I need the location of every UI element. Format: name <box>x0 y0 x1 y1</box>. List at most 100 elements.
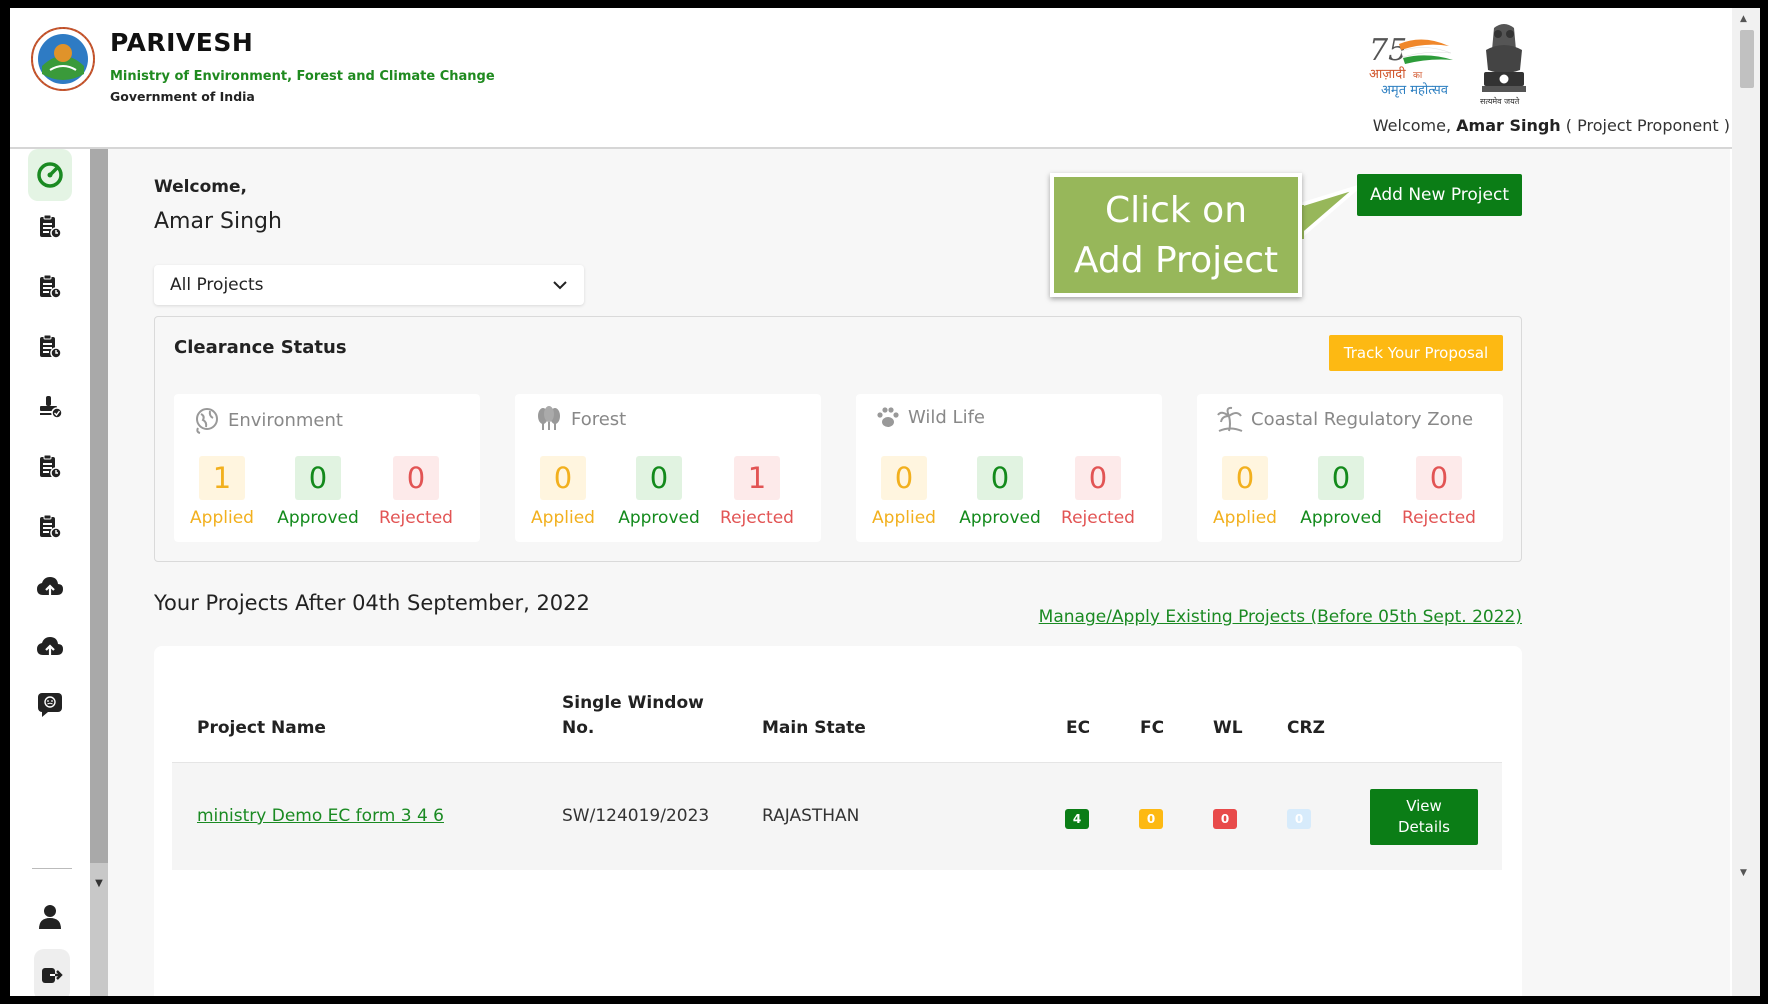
trees-icon <box>538 406 560 430</box>
card-title: Wild Life <box>908 406 985 428</box>
add-new-project-button[interactable]: Add New Project <box>1357 174 1522 216</box>
stat-approved: 0 Approved <box>1293 456 1389 528</box>
manage-existing-projects-link[interactable]: Manage/Apply Existing Projects (Before 0… <box>1039 607 1522 627</box>
stat-approved: 0 Approved <box>611 456 707 528</box>
stat-value: 1 <box>199 456 245 500</box>
stat-label: Approved <box>618 508 700 528</box>
single-window-number: SW/124019/2023 <box>562 806 710 826</box>
stat-value: 0 <box>977 456 1023 500</box>
sidebar-item-3[interactable] <box>28 325 72 369</box>
sidebar-item-4[interactable] <box>28 385 72 429</box>
crz-count-badge[interactable]: 0 <box>1287 809 1311 829</box>
clearance-status-title: Clearance Status <box>174 337 347 358</box>
fc-count-badge[interactable]: 0 <box>1139 809 1163 829</box>
parivesh-logo-icon[interactable] <box>30 26 96 92</box>
sidebar-item-9[interactable] <box>28 683 72 727</box>
chevron-down-icon <box>553 281 567 290</box>
page-scrollbar-thumb[interactable] <box>1740 30 1754 88</box>
stat-label: Applied <box>531 508 595 528</box>
welcome-user-name: Amar Singh <box>154 209 282 234</box>
ec-count-badge[interactable]: 4 <box>1065 809 1089 829</box>
sidebar-scroll-down-icon[interactable]: ▼ <box>92 878 106 890</box>
user-icon <box>39 905 61 929</box>
view-details-line2: Details <box>1397 818 1450 836</box>
status-card-crz[interactable]: Coastal Regulatory Zone 0 Applied 0 Approv… <box>1197 394 1503 542</box>
sidebar-item-logout[interactable] <box>34 949 70 996</box>
col-header-single-window: Single Window No. <box>562 691 704 741</box>
stat-approved: 0 Approved <box>952 456 1048 528</box>
col-header-single-window-line2: No. <box>562 718 595 738</box>
stamp-icon <box>40 396 63 419</box>
clipboard-icon <box>40 274 62 299</box>
sidebar-item-profile[interactable] <box>28 895 72 939</box>
sidebar-item-1[interactable] <box>28 205 72 249</box>
status-card-environment[interactable]: Environment 1 Applied 0 Approved 0 Rejected <box>174 394 480 542</box>
card-title: Coastal Regulatory Zone <box>1251 408 1474 430</box>
browser-frame: PARIVESH Ministry of Environment, Forest… <box>10 8 1760 996</box>
emblem-motto: सत्यमेव जयते <box>1480 96 1520 106</box>
stat-value: 0 <box>636 456 682 500</box>
clipboard-icon <box>40 334 62 359</box>
welcome-label: Welcome, <box>154 177 247 197</box>
stat-applied: 0 Applied <box>515 456 611 528</box>
callout-line-2: Add Project <box>1073 240 1279 281</box>
cloud-upload-icon <box>37 577 63 597</box>
col-header-fc: FC <box>1140 718 1165 738</box>
national-emblem-icon: सत्यमेव जयते <box>1480 24 1526 106</box>
card-header: Coastal Regulatory Zone <box>1217 406 1473 432</box>
callout-line-1: Click on <box>1104 190 1248 231</box>
scroll-up-icon[interactable]: ▲ <box>1740 14 1747 24</box>
instruction-callout: Click on Add Project <box>1050 173 1302 297</box>
azadi-text-3: अमृत महोत्सव <box>1381 82 1449 98</box>
sidebar-item-8[interactable] <box>28 625 72 669</box>
clipboard-icon <box>40 514 62 539</box>
stat-label: Rejected <box>1402 508 1476 528</box>
stat-approved: 0 Approved <box>270 456 366 528</box>
view-details-button[interactable]: View Details <box>1370 789 1478 845</box>
col-header-crz: CRZ <box>1287 718 1325 738</box>
ministry-name: Ministry of Environment, Forest and Clim… <box>110 69 495 84</box>
track-proposal-button[interactable]: Track Your Proposal <box>1329 335 1503 371</box>
stat-label: Rejected <box>720 508 794 528</box>
stat-applied: 0 Applied <box>1197 456 1293 528</box>
sidebar-item-2[interactable] <box>28 265 72 309</box>
sidebar-item-dashboard[interactable] <box>28 149 72 201</box>
clipboard-icon <box>40 454 62 479</box>
col-header-wl: WL <box>1213 718 1243 738</box>
stat-value: 0 <box>295 456 341 500</box>
card-header: Forest <box>535 406 626 432</box>
page-scrollbar[interactable] <box>1732 8 1760 996</box>
project-filter-select[interactable]: All Projects <box>154 265 584 305</box>
stat-label: Applied <box>872 508 936 528</box>
callout-pointer <box>1292 185 1360 242</box>
stat-label: Rejected <box>379 508 453 528</box>
stat-label: Approved <box>959 508 1041 528</box>
col-header-project-name: Project Name <box>197 718 326 738</box>
stat-label: Approved <box>1300 508 1382 528</box>
card-header: Environment <box>194 406 343 434</box>
azadi-ka-amrit-mahotsav-logo-icon: 75 आज़ादी का अमृत महोत्सव <box>1369 33 1453 98</box>
status-card-forest[interactable]: Forest 0 Applied 0 Approved 1 Rejected <box>515 394 821 542</box>
stat-rejected: 0 Rejected <box>368 456 464 528</box>
sidebar-item-5[interactable] <box>28 445 72 489</box>
stat-rejected: 0 Rejected <box>1050 456 1146 528</box>
stat-value: 0 <box>393 456 439 500</box>
wl-count-badge[interactable]: 0 <box>1213 809 1237 829</box>
stat-label: Applied <box>1213 508 1277 528</box>
card-title: Environment <box>228 409 343 431</box>
stat-label: Rejected <box>1061 508 1135 528</box>
chat-icon <box>38 693 62 717</box>
stat-value: 0 <box>540 456 586 500</box>
sidebar-item-6[interactable] <box>28 505 72 549</box>
scroll-down-icon[interactable]: ▼ <box>1740 868 1747 878</box>
project-name-link[interactable]: ministry Demo EC form 3 4 6 <box>197 806 444 826</box>
sidebar-scrollbar-thumb[interactable] <box>90 149 108 863</box>
sidebar-item-7[interactable] <box>28 565 72 609</box>
header-user-name: Amar Singh <box>1456 116 1561 135</box>
card-header: Wild Life <box>876 406 985 428</box>
card-title: Forest <box>571 408 627 430</box>
stat-label: Approved <box>277 508 359 528</box>
logout-icon <box>42 968 63 983</box>
stat-value: 0 <box>1075 456 1121 500</box>
status-card-wildlife[interactable]: Wild Life 0 Applied 0 Approved 0 Rejected <box>856 394 1162 542</box>
